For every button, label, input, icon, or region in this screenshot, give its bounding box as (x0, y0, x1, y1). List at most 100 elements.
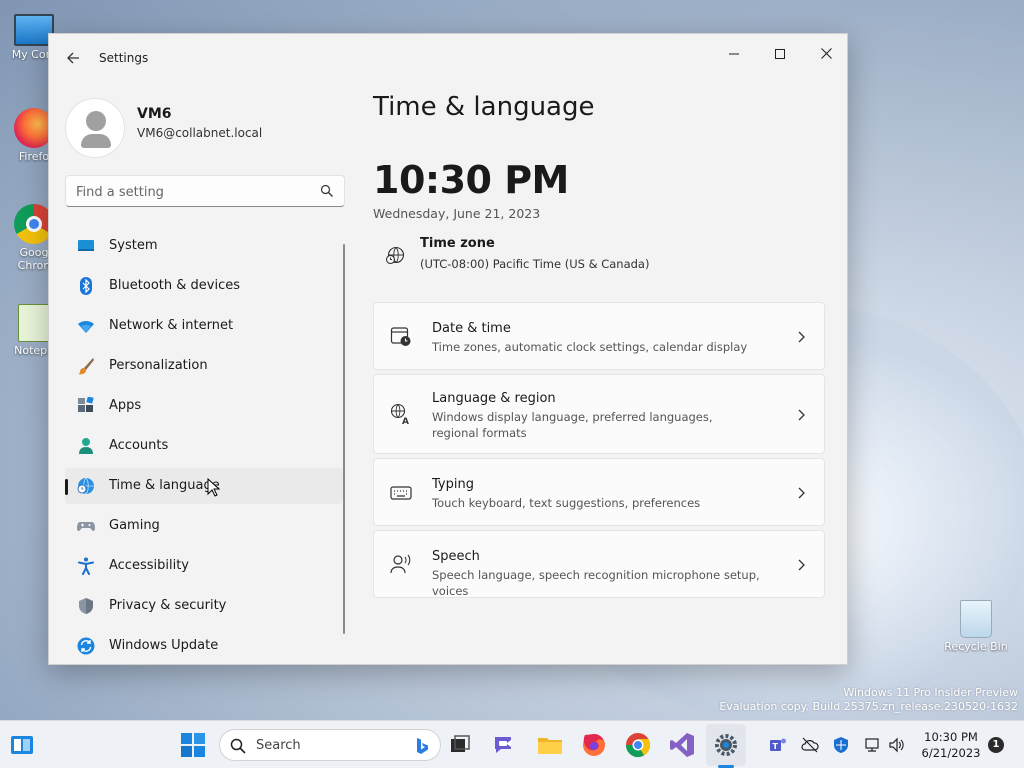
sidebar-item-label: Bluetooth & devices (109, 278, 240, 293)
card-title: Typing (432, 477, 474, 492)
file-explorer-icon[interactable] (536, 731, 564, 759)
card-subtitle: Touch keyboard, text suggestions, prefer… (432, 496, 701, 510)
firefox-icon[interactable] (580, 731, 608, 759)
bluetooth-icon (80, 277, 92, 295)
sidebar-item-network[interactable]: Network & internet (65, 308, 343, 344)
sidebar-item-label: System (109, 238, 158, 253)
chrome-icon[interactable] (624, 731, 652, 759)
globe-clock-icon (385, 246, 405, 265)
sidebar-nav: System Bluetooth & devices Network & int… (65, 228, 343, 664)
title-bar: Settings (49, 34, 847, 82)
sidebar-item-label: Time & language (109, 478, 220, 493)
time-zone-value: (UTC-08:00) Pacific Time (US & Canada) (420, 257, 650, 271)
network-wired-icon[interactable] (864, 736, 882, 754)
sidebar-item-time-language[interactable]: Time & language (65, 468, 343, 504)
apps-icon (78, 397, 94, 412)
volume-icon[interactable] (888, 736, 906, 754)
maximize-icon (775, 49, 785, 59)
accessibility-icon (78, 557, 94, 575)
taskbar-search[interactable]: Search (219, 729, 441, 761)
current-time: 10:30 PM (373, 158, 569, 202)
security-icon[interactable] (832, 736, 850, 754)
calendar-clock-icon (390, 327, 411, 346)
avatar (65, 98, 125, 158)
svg-text:A: A (402, 417, 409, 425)
sidebar-item-label: Windows Update (109, 638, 219, 653)
user-name: VM6 (137, 106, 172, 122)
user-profile[interactable]: VM6 VM6@collabnet.local (65, 98, 345, 162)
sidebar-item-system[interactable]: System (65, 228, 343, 264)
close-button[interactable] (803, 40, 847, 70)
mouse-cursor-icon (207, 478, 221, 497)
avatar-head (86, 111, 106, 131)
visual-studio-icon[interactable] (668, 731, 696, 759)
card-subtitle: Speech language, speech recognition micr… (432, 568, 760, 598)
minimize-icon (729, 53, 739, 55)
sidebar-item-label: Gaming (109, 518, 160, 533)
settings-window: Settings VM6 VM6@collabnet.local System (48, 33, 848, 665)
time-zone-label: Time zone (420, 236, 495, 251)
start-icon[interactable] (179, 731, 207, 759)
page-title: Time & language (373, 92, 595, 122)
sidebar-item-personalization[interactable]: Personalization (65, 348, 343, 384)
chevron-right-icon (798, 487, 805, 499)
app-title: Settings (99, 51, 149, 65)
globe-clock-icon (77, 477, 94, 495)
search-icon[interactable] (320, 184, 334, 198)
sidebar-item-bluetooth[interactable]: Bluetooth & devices (65, 268, 343, 304)
date-time-card[interactable]: Date & time Time zones, automatic clock … (373, 302, 825, 370)
svg-text:T: T (773, 742, 779, 751)
sidebar-item-gaming[interactable]: Gaming (65, 508, 343, 544)
network-icon (78, 320, 94, 333)
watermark-line-2: Evaluation copy. Build 25375.zn_release.… (719, 700, 1018, 713)
speech-icon (390, 554, 411, 574)
close-icon (820, 48, 832, 59)
onedrive-offline-icon[interactable] (801, 736, 819, 754)
system-icon (78, 240, 94, 251)
settings-gear-icon[interactable] (712, 731, 740, 759)
gamepad-icon (77, 522, 95, 532)
chevron-right-icon (798, 409, 805, 421)
recycle-bin-icon (960, 600, 992, 638)
taskbar-clock[interactable]: 10:30 PM 6/21/2023 (918, 729, 984, 761)
typing-card[interactable]: Typing Touch keyboard, text suggestions,… (373, 458, 825, 526)
taskbar-time: 10:30 PM (924, 730, 978, 744)
back-button[interactable] (61, 46, 85, 70)
update-icon (77, 637, 95, 655)
taskbar-date: 6/21/2023 (921, 746, 981, 760)
widgets-icon[interactable] (8, 731, 36, 759)
maximize-button[interactable] (757, 40, 803, 70)
language-region-card[interactable]: A Language & region Windows display lang… (373, 374, 825, 454)
sidebar-item-accessibility[interactable]: Accessibility (65, 548, 343, 584)
avatar-body (81, 134, 111, 148)
sidebar-item-windows-update[interactable]: Windows Update (65, 628, 343, 664)
search-icon (230, 738, 246, 754)
card-subtitle: Windows display language, preferred lang… (432, 410, 713, 440)
teams-icon[interactable]: T (769, 736, 787, 754)
task-view-icon[interactable] (446, 731, 474, 759)
sidebar-item-label: Network & internet (109, 318, 234, 333)
accounts-icon (79, 438, 93, 454)
chat-icon[interactable] (491, 731, 519, 759)
search-input[interactable] (76, 182, 311, 202)
notepad-icon (18, 304, 50, 342)
desktop-icon-recycle-bin[interactable]: Recycle Bin (944, 600, 1008, 653)
watermark-line-1: Windows 11 Pro Insider Preview (843, 686, 1018, 699)
speech-card[interactable]: Speech Speech language, speech recogniti… (373, 530, 825, 598)
back-arrow-icon (67, 52, 79, 64)
user-email: VM6@collabnet.local (137, 126, 263, 140)
sidebar-item-accounts[interactable]: Accounts (65, 428, 343, 464)
notification-badge[interactable]: 1 (988, 737, 1004, 753)
sidebar-scrollbar[interactable] (343, 244, 345, 634)
card-title: Language & region (432, 391, 556, 406)
find-setting-box[interactable] (65, 175, 345, 207)
sidebar-item-label: Privacy & security (109, 598, 227, 613)
sidebar-item-apps[interactable]: Apps (65, 388, 343, 424)
minimize-button[interactable] (711, 40, 757, 70)
sidebar-item-privacy[interactable]: Privacy & security (65, 588, 343, 624)
chevron-right-icon (798, 559, 805, 571)
keyboard-icon (390, 486, 412, 500)
brush-icon (78, 358, 94, 375)
card-subtitle: Time zones, automatic clock settings, ca… (432, 340, 748, 354)
taskbar: Search T 10:30 PM 6/21/2023 1 (0, 720, 1024, 768)
